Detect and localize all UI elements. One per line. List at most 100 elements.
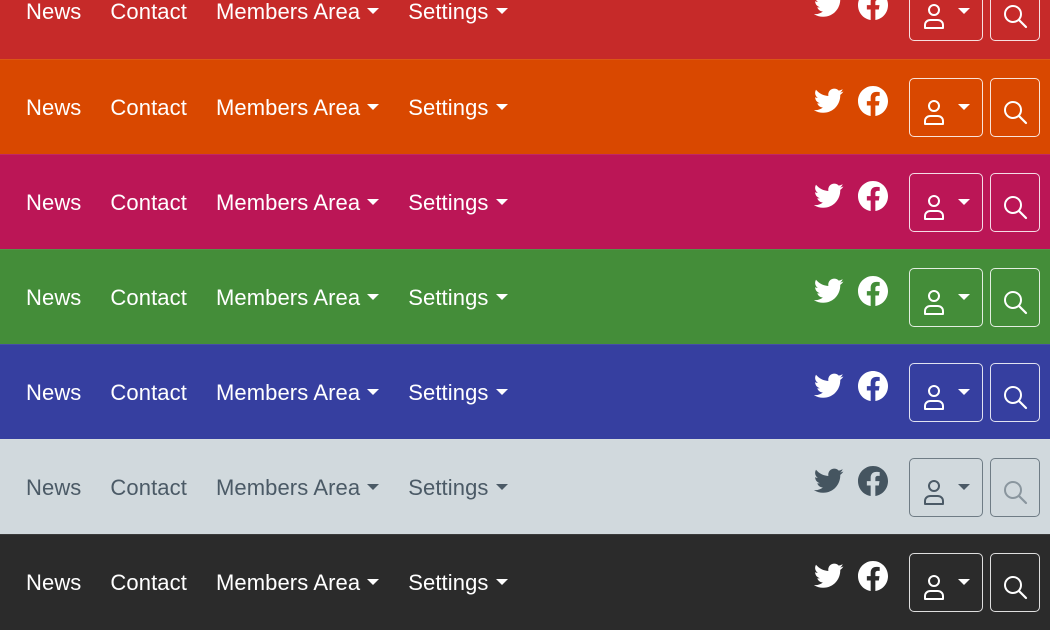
nav-link-news[interactable]: News <box>26 285 81 311</box>
facebook-icon[interactable] <box>858 561 888 591</box>
facebook-icon[interactable] <box>858 86 888 116</box>
twitter-icon[interactable] <box>814 373 844 399</box>
facebook-icon[interactable] <box>858 0 888 20</box>
caret-down-icon <box>495 578 508 585</box>
nav-link-label: Members Area <box>215 94 361 120</box>
navbar-variants: News Contact Members Area Settings News … <box>0 0 1050 629</box>
nav-link-label: Members Area <box>215 379 361 405</box>
user-icon <box>924 3 944 29</box>
nav-link-label: Contact <box>110 94 187 120</box>
twitter-icon[interactable] <box>814 563 844 589</box>
caret-down-icon <box>958 198 970 205</box>
nav-link-contact[interactable]: Contact <box>110 475 187 501</box>
search-button[interactable] <box>990 458 1040 517</box>
user-icon <box>924 574 944 600</box>
nav-dropdown-settings[interactable]: Settings <box>408 95 508 121</box>
nav-link-label: Settings <box>408 189 489 215</box>
nav-link-label: Settings <box>408 569 489 595</box>
user-menu-button[interactable] <box>909 363 983 422</box>
nav-link-news[interactable]: News <box>26 95 81 121</box>
navbar-orange: News Contact Members Area Settings <box>0 59 1050 154</box>
navbar-light: News Contact Members Area Settings <box>0 439 1050 534</box>
user-menu-button[interactable] <box>909 173 983 232</box>
facebook-icon[interactable] <box>858 371 888 401</box>
nav-links: News Contact Members Area Settings <box>26 250 537 345</box>
nav-dropdown-settings[interactable]: Settings <box>408 285 508 311</box>
user-menu-button[interactable] <box>909 553 983 612</box>
nav-dropdown-settings[interactable]: Settings <box>408 189 508 216</box>
nav-link-contact[interactable]: Contact <box>110 0 187 25</box>
nav-link-label: Members Area <box>215 0 361 24</box>
caret-down-icon <box>958 103 970 110</box>
nav-link-label: Members Area <box>215 569 361 595</box>
twitter-icon[interactable] <box>814 88 844 114</box>
nav-dropdown-settings[interactable]: Settings <box>408 379 508 406</box>
nav-dropdown-members-area[interactable]: Members Area <box>215 569 380 596</box>
nav-link-contact[interactable]: Contact <box>110 95 187 121</box>
nav-link-label: Settings <box>408 379 489 405</box>
search-button[interactable] <box>990 0 1040 41</box>
twitter-icon[interactable] <box>814 278 844 304</box>
user-menu-button[interactable] <box>909 78 983 137</box>
nav-link-label: News <box>26 284 82 310</box>
caret-down-icon <box>495 7 508 14</box>
caret-down-icon <box>958 483 970 490</box>
search-button[interactable] <box>990 173 1040 232</box>
nav-link-contact[interactable]: Contact <box>110 380 187 406</box>
nav-link-label: Members Area <box>215 189 361 215</box>
nav-dropdown-members-area[interactable]: Members Area <box>215 0 380 25</box>
facebook-icon[interactable] <box>858 466 888 496</box>
nav-link-label: Settings <box>408 474 489 500</box>
search-icon <box>1004 4 1028 28</box>
twitter-icon[interactable] <box>814 183 844 209</box>
social-links <box>814 466 888 496</box>
nav-link-contact[interactable]: Contact <box>110 570 187 596</box>
twitter-icon[interactable] <box>814 468 844 494</box>
caret-down-icon <box>367 483 380 490</box>
user-menu-button[interactable] <box>909 268 983 327</box>
nav-links: News Contact Members Area Settings <box>26 345 537 440</box>
nav-links: News Contact Members Area Settings <box>26 0 537 59</box>
user-menu-button[interactable] <box>909 458 983 517</box>
nav-link-contact[interactable]: Contact <box>110 190 187 216</box>
facebook-icon[interactable] <box>858 181 888 211</box>
caret-down-icon <box>367 103 380 110</box>
nav-link-label: News <box>26 474 82 500</box>
nav-link-news[interactable]: News <box>26 190 81 216</box>
nav-link-news[interactable]: News <box>26 475 81 501</box>
social-links <box>814 0 888 20</box>
nav-dropdown-members-area[interactable]: Members Area <box>215 379 380 406</box>
twitter-icon[interactable] <box>814 0 844 18</box>
nav-link-news[interactable]: News <box>26 570 81 596</box>
nav-link-news[interactable]: News <box>26 0 81 25</box>
nav-dropdown-settings[interactable]: Settings <box>408 569 508 596</box>
navbar-red: News Contact Members Area Settings <box>0 0 1050 59</box>
nav-link-label: Contact <box>110 569 187 595</box>
search-icon <box>1004 290 1028 314</box>
nav-link-contact[interactable]: Contact <box>110 285 187 311</box>
social-links <box>814 276 888 306</box>
search-button[interactable] <box>990 78 1040 137</box>
nav-link-news[interactable]: News <box>26 380 81 406</box>
nav-dropdown-settings[interactable]: Settings <box>408 0 508 25</box>
caret-down-icon <box>958 293 970 300</box>
nav-dropdown-members-area[interactable]: Members Area <box>215 94 380 121</box>
search-icon <box>1004 575 1028 599</box>
caret-down-icon <box>958 7 970 14</box>
navbar-indigo: News Contact Members Area Settings <box>0 344 1050 439</box>
nav-dropdown-members-area[interactable]: Members Area <box>215 189 380 216</box>
nav-links: News Contact Members Area Settings <box>26 155 537 250</box>
search-button[interactable] <box>990 553 1040 612</box>
nav-dropdown-settings[interactable]: Settings <box>408 474 508 501</box>
nav-dropdown-members-area[interactable]: Members Area <box>216 285 380 311</box>
nav-dropdown-members-area[interactable]: Members Area <box>216 475 380 501</box>
nav-link-label: News <box>26 94 82 120</box>
nav-link-label: News <box>26 569 82 595</box>
nav-links: News Contact Members Area Settings <box>26 440 537 535</box>
user-menu-button[interactable] <box>909 0 983 41</box>
search-button[interactable] <box>990 268 1040 327</box>
search-button[interactable] <box>990 363 1040 422</box>
facebook-icon[interactable] <box>858 276 888 306</box>
navbar-dark: News Contact Members Area Settings <box>0 534 1050 629</box>
user-icon <box>924 479 944 505</box>
